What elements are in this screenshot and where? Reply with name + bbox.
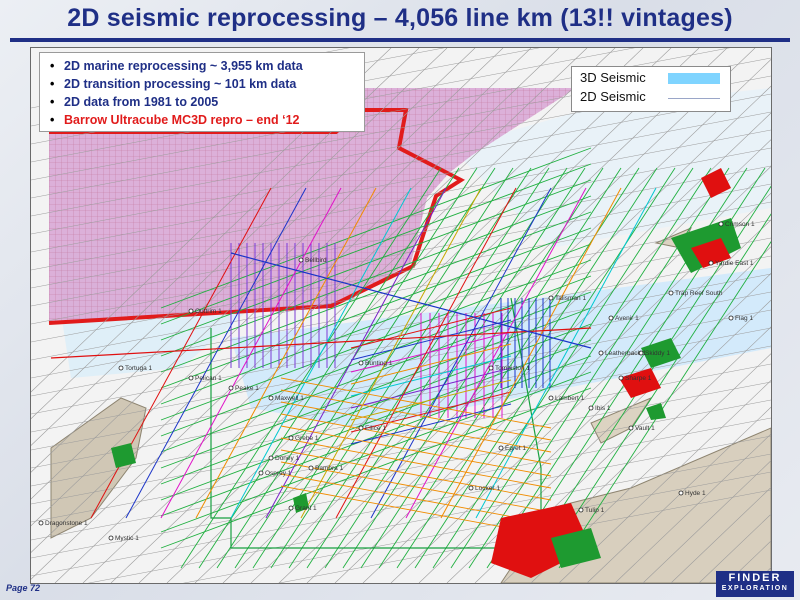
well-marker — [588, 405, 594, 411]
well-label: Ellice 1 — [365, 425, 386, 432]
well-label: Dragonstone 1 — [45, 520, 88, 527]
well-marker — [618, 375, 624, 381]
legend-label-3d: 3D Seismic — [580, 70, 646, 85]
well-label: Grebe 1 — [295, 435, 319, 442]
well-marker — [668, 290, 674, 296]
well-label: Yardie East 1 — [715, 260, 754, 267]
well-label: Vault 1 — [635, 425, 655, 432]
well-label: Lambert 1 — [555, 395, 585, 402]
well-marker — [108, 535, 114, 541]
well-marker — [488, 365, 494, 371]
well-label: Trap Reef South — [675, 290, 723, 297]
well-marker — [608, 315, 614, 321]
logo-line1: FINDER — [728, 572, 782, 584]
well-label: Avenir 1 — [615, 315, 639, 322]
well-label: Hyde 1 — [685, 490, 706, 497]
well-marker — [228, 385, 234, 391]
well-label: Bellbird — [305, 257, 327, 264]
well-marker — [628, 425, 634, 431]
well-marker — [188, 375, 194, 381]
seismic-line-vintage — [280, 449, 552, 501]
well-marker — [678, 490, 684, 496]
well-label: Sharpe 1 — [625, 375, 652, 382]
bullet-vintage-range: 2D data from 1981 to 2005 — [50, 93, 358, 111]
logo-line2: EXPLORATION — [721, 585, 789, 592]
bullet-ultracube: Barrow Ultracube MC3D repro – end ‘12 — [50, 111, 358, 129]
well-label: Skiddy 1 — [645, 350, 670, 357]
well-marker — [118, 365, 124, 371]
well-label: Bunting 1 — [365, 360, 393, 367]
well-marker — [728, 315, 734, 321]
page-number: Page 72 — [6, 583, 41, 593]
well-marker — [498, 445, 504, 451]
well-label: Grant 1 — [295, 505, 317, 512]
well-label: Tulip 1 — [585, 507, 605, 514]
legend-label-2d: 2D Seismic — [580, 89, 646, 104]
well-label: Egret 1 — [505, 445, 526, 452]
finder-logo: FINDER EXPLORATION — [716, 571, 794, 597]
well-label: Flag 1 — [735, 315, 753, 322]
map-legend: 3D Seismic 2D Seismic — [571, 66, 731, 112]
well-label: Pelican 1 — [195, 375, 222, 382]
well-label: Leatherback 1 — [605, 350, 647, 357]
well-label: Outtrim 1 — [195, 308, 222, 315]
well-marker — [718, 221, 724, 227]
well-marker — [358, 360, 364, 366]
slide-title: 2D seismic reprocessing – 4,056 line km … — [67, 4, 733, 32]
legend-swatch-2d — [668, 98, 720, 99]
legend-item-2d: 2D Seismic — [580, 89, 666, 104]
well-marker — [548, 395, 554, 401]
well-marker — [708, 260, 714, 266]
well-label: Tombiston 1 — [495, 365, 530, 372]
well-marker — [38, 520, 44, 526]
well-marker — [188, 308, 194, 314]
well-label: Doney 1 — [275, 455, 300, 462]
well-marker — [358, 425, 364, 431]
summary-box: 2D marine reprocessing ~ 3,955 km data 2… — [39, 52, 365, 132]
legend-item-3d: 3D Seismic — [580, 70, 666, 85]
seismic-map: Bellbird Outtrim 1 Tortuga 1 Pelican 1 Peake… — [30, 47, 772, 584]
well-label: Bambra 1 — [315, 465, 344, 472]
well-label: Mystic 1 — [115, 535, 139, 542]
legend-swatch-3d — [668, 73, 720, 84]
well-label: Crimson 1 — [725, 221, 755, 228]
well-marker — [548, 295, 554, 301]
well-marker — [288, 435, 294, 441]
well-label: Maxwell 1 — [275, 395, 304, 402]
well-marker — [258, 470, 264, 476]
well-label: Locker 1 — [475, 485, 500, 492]
title-underline — [10, 38, 790, 42]
well-marker — [308, 465, 314, 471]
bullet-transition: 2D transition processing ~ 101 km data — [50, 75, 358, 93]
well-marker — [268, 395, 274, 401]
well-marker — [288, 505, 294, 511]
well-label: Tortuga 1 — [125, 365, 152, 372]
well-marker — [598, 350, 604, 356]
well-label: Ibis 1 — [595, 405, 611, 412]
well-marker — [578, 507, 584, 513]
well-label: Osprey 1 — [265, 470, 292, 477]
well-label: Talisman 1 — [555, 295, 586, 302]
bullet-marine: 2D marine reprocessing ~ 3,955 km data — [50, 57, 358, 75]
well-marker — [468, 485, 474, 491]
well-label: Peake 1 — [235, 385, 259, 392]
well-marker — [268, 455, 274, 461]
well-marker — [298, 257, 304, 263]
